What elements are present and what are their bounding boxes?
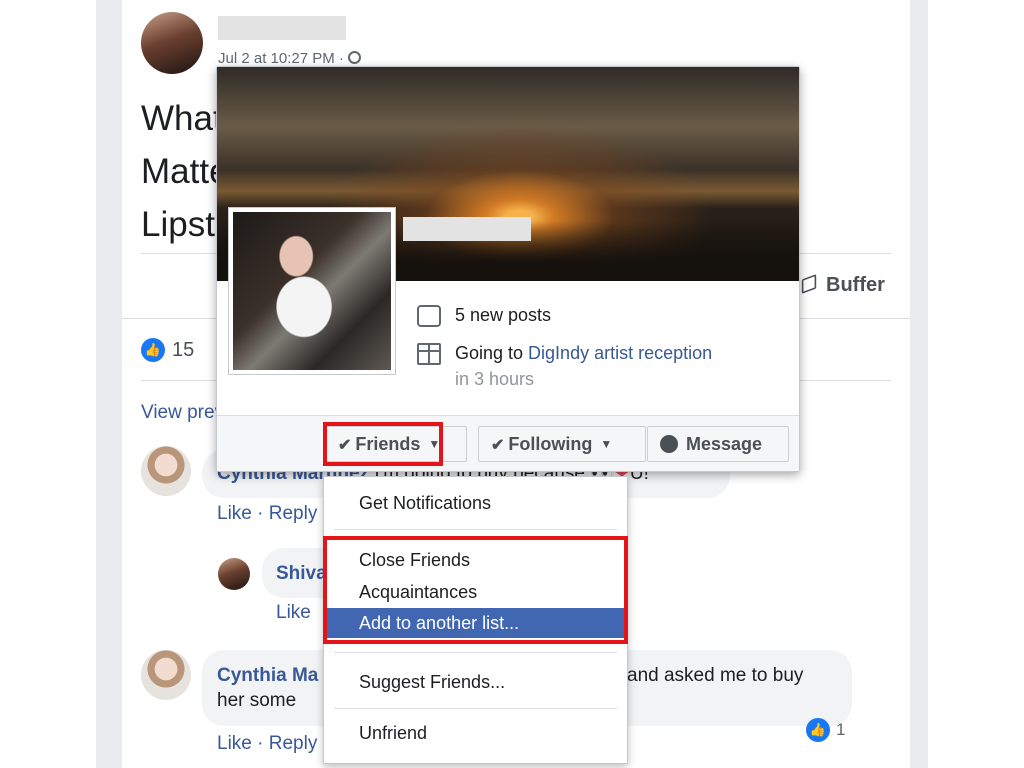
menu-item-get-notifications[interactable]: Get Notifications <box>324 488 627 518</box>
reply-actions: Like <box>276 602 311 624</box>
menu-item-unfriend[interactable]: Unfriend <box>324 718 627 748</box>
like-link[interactable]: Like <box>276 602 311 623</box>
author-name-redacted <box>218 16 346 40</box>
new-posts-text: 5 new posts <box>455 305 552 325</box>
profile-hovercard: 5 new posts Going to DigIndy artist rece… <box>216 66 800 472</box>
posts-icon <box>417 305 441 327</box>
comment-actions: Like · Reply <box>217 503 318 524</box>
commenter-name[interactable]: Cynthia Ma <box>217 665 318 686</box>
profile-photo <box>233 212 391 370</box>
menu-item-suggest-friends[interactable]: Suggest Friends... <box>324 667 627 697</box>
following-button[interactable]: ✔ Following ▼ <box>478 426 646 462</box>
post-date-text: Jul 2 at 10:27 PM · <box>218 50 344 67</box>
event-time: in 3 hours <box>455 369 535 389</box>
commenter-avatar[interactable] <box>141 446 191 496</box>
reply-author-name[interactable]: Shiva <box>276 563 327 584</box>
new-posts-row[interactable]: 5 new posts <box>455 305 551 326</box>
check-icon: ✔ <box>491 437 505 454</box>
menu-separator <box>334 652 617 653</box>
buffer-icon <box>801 274 817 294</box>
messenger-icon <box>660 435 678 453</box>
like-reaction-icon[interactable]: 👍 <box>806 718 830 742</box>
like-link[interactable]: Like <box>217 503 252 524</box>
hovercard-name-redacted[interactable] <box>403 217 531 241</box>
author-avatar[interactable] <box>141 12 203 74</box>
globe-icon <box>347 51 361 64</box>
event-row: Going to DigIndy artist reception <box>455 343 712 364</box>
post-timestamp[interactable]: Jul 2 at 10:27 PM · <box>218 50 361 67</box>
menu-separator <box>334 529 617 530</box>
comment-body: her some <box>217 690 296 712</box>
message-button[interactable]: Message <box>647 426 789 462</box>
chevron-down-icon: ▼ <box>600 437 613 451</box>
commenter-avatar[interactable] <box>141 650 191 700</box>
hovercard-profile-picture[interactable] <box>228 207 396 375</box>
view-previous-comments-link[interactable]: View previous <box>141 402 219 424</box>
reaction-count[interactable]: 1 <box>836 720 845 740</box>
like-reaction-icon[interactable]: 👍 <box>141 338 165 362</box>
comment-body: and asked me to buy <box>627 665 803 687</box>
calendar-icon <box>417 343 441 365</box>
menu-separator <box>334 708 617 709</box>
event-prefix: Going to <box>455 343 529 363</box>
reply-link[interactable]: Reply <box>269 503 318 524</box>
like-link[interactable]: Like <box>217 733 252 754</box>
following-label: Following <box>508 434 593 454</box>
friend-lists-highlight <box>323 536 628 644</box>
like-count[interactable]: 15 <box>172 339 194 362</box>
hovercard-actions: ✔ Friends ▼ ✔ Following ▼ Message <box>217 415 799 471</box>
friends-highlight <box>323 422 443 466</box>
reply-avatar[interactable] <box>218 558 250 590</box>
event-link[interactable]: DigIndy artist reception <box>528 343 712 363</box>
buffer-button[interactable]: Buffer <box>800 274 885 297</box>
reply-link[interactable]: Reply <box>269 733 318 754</box>
buffer-label: Buffer <box>826 274 885 296</box>
screen: Jul 2 at 10:27 PM · What Matte Lipst Buf… <box>0 0 1024 768</box>
page-margin <box>0 0 96 768</box>
comment-body-line: her some <box>217 690 297 711</box>
reply-author: Shiva <box>276 563 327 585</box>
comment-body-tail: and asked me to buy <box>627 665 804 686</box>
comment-text: Cynthia Ma <box>217 665 318 687</box>
comment-actions: Like · Reply <box>217 733 318 754</box>
message-label: Message <box>686 434 763 454</box>
